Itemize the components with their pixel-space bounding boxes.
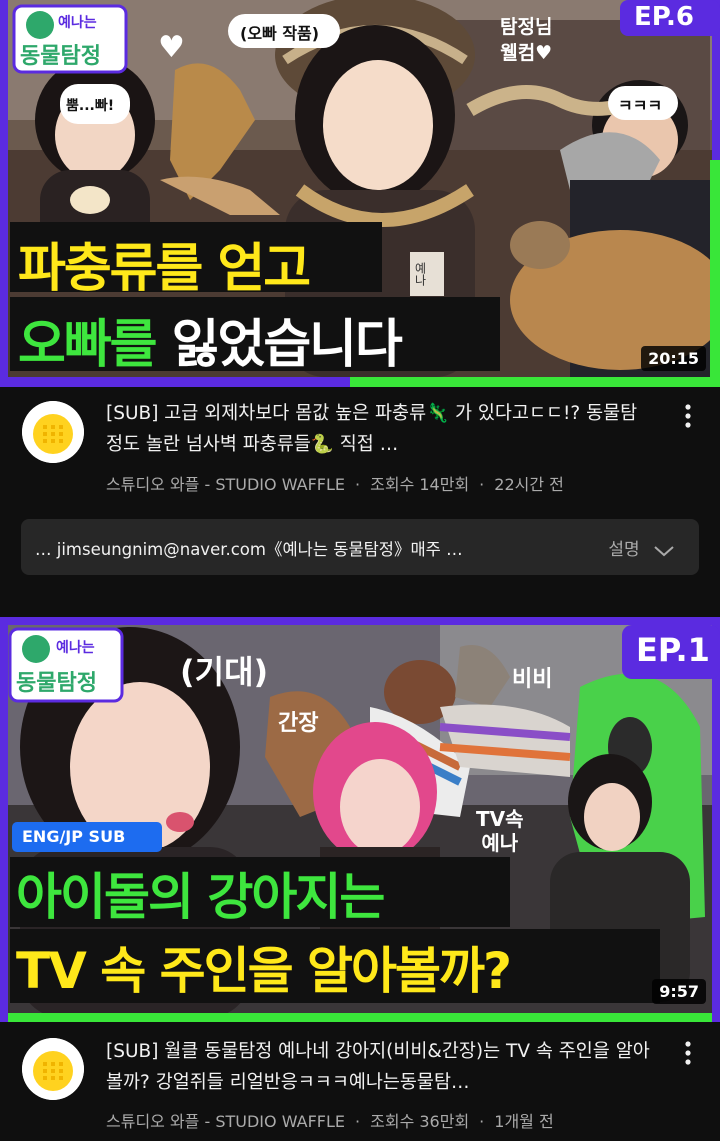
video-meta[interactable]: [SUB] 월클 동물탐정 예나네 강아지(비비&간장)는 TV 속 주인을 알…: [0, 1024, 720, 1141]
video-thumbnail[interactable]: 예나는 동물탐정 EP.1 ENG/JP SUB 아이돌의 강아지는 TV 속 …: [0, 617, 720, 1022]
show-logo-text: 예나는: [58, 15, 97, 31]
caption-highlight: 오빠를: [18, 315, 158, 375]
channel-avatar[interactable]: [22, 401, 84, 463]
video-title[interactable]: [SUB] 고급 외제차보다 몸값 높은 파충류🦎 가 있다고ㄷㄷ!? 동물탐정…: [106, 398, 651, 460]
upload-age: 22시간 전: [494, 475, 564, 494]
speech-bubble-left: 뿜...빠!: [66, 98, 115, 114]
thumbnail-caption-line2: 오빠를 잃었습니다: [18, 302, 403, 377]
waffle-logo-icon: [22, 401, 84, 463]
label-ganjang: 간장: [278, 711, 319, 736]
video-thumbnail[interactable]: 예나는 동물탐정 EP.6 파충류를 얻고 오빠를 잃었습니다 (오빠 작품) …: [0, 0, 720, 387]
episode-badge: EP.6: [634, 2, 695, 32]
name-tag: 예나: [413, 262, 427, 286]
episode-badge: EP.1: [636, 631, 710, 669]
view-count: 조회수 14만회: [370, 475, 470, 494]
separator-dot: ·: [479, 1112, 485, 1131]
description-preview[interactable]: … jimseungnim@naver.com《예나는 동물탐정》매주 … 설명: [21, 519, 699, 575]
speech-bubble-top: (오빠 작품): [240, 24, 320, 43]
channel-name[interactable]: 스튜디오 와플 - STUDIO WAFFLE: [106, 1112, 345, 1131]
bubble-right-line1: 탐정님: [500, 16, 553, 38]
more-vert-icon[interactable]: [678, 401, 698, 431]
thumbnail-caption-line1: 파충류를 얻고: [18, 239, 311, 299]
description-expand-label: 설명: [608, 540, 640, 560]
video-title[interactable]: [SUB] 월클 동물탐정 예나네 강아지(비비&간장)는 TV 속 주인을 알…: [106, 1036, 651, 1098]
sub-badge: ENG/JP SUB: [22, 827, 126, 846]
show-logo-title: 동물탐정: [20, 44, 101, 69]
channel-name[interactable]: 스튜디오 와플 - STUDIO WAFFLE: [106, 475, 345, 494]
label-expect: (기대): [180, 653, 269, 691]
upload-age: 1개월 전: [494, 1112, 554, 1131]
video-subline: 스튜디오 와플 - STUDIO WAFFLE · 조회수 36만회 · 1개월 전: [106, 1108, 554, 1132]
show-logo-title: 동물탐정: [16, 671, 97, 696]
thumbnail-caption-line2: TV 속 주인을 알아볼까?: [16, 942, 512, 1000]
thumbnail-caption-line1: 아이돌의 강아지는: [16, 868, 385, 926]
label-tv-line1: TV속: [476, 807, 524, 831]
description-text: … jimseungnim@naver.com《예나는 동물탐정》매주 …: [35, 540, 463, 559]
video-duration: 20:15: [641, 346, 706, 371]
show-logo-text: 예나는: [56, 640, 95, 656]
description-expand[interactable]: 설명: [608, 535, 675, 560]
separator-dot: ·: [479, 475, 485, 494]
separator-dot: ·: [355, 475, 361, 494]
waffle-logo-icon: [22, 1038, 84, 1100]
label-tv-yena: TV속 예나: [476, 807, 524, 855]
label-bibi: 비비: [512, 667, 553, 692]
speech-bubble-laugh: ㅋㅋㅋ: [618, 96, 663, 115]
bubble-right-line2: 웰컴♥: [500, 42, 553, 64]
separator-dot: ·: [355, 1112, 361, 1131]
caption-rest: 잃었습니다: [171, 315, 403, 375]
view-count: 조회수 36만회: [370, 1112, 470, 1131]
video-meta[interactable]: [SUB] 고급 외제차보다 몸값 높은 파충류🦎 가 있다고ㄷㄷ!? 동물탐정…: [0, 387, 720, 507]
channel-avatar[interactable]: [22, 1038, 84, 1100]
speech-bubble-right: 탐정님 웰컴♥: [500, 14, 552, 66]
heart-icon: ♥: [158, 30, 185, 65]
label-tv-line2: 예나: [481, 831, 519, 855]
video-duration: 9:57: [652, 979, 706, 1004]
more-vert-icon[interactable]: [678, 1038, 698, 1068]
video-subline: 스튜디오 와플 - STUDIO WAFFLE · 조회수 14만회 · 22시간 전: [106, 471, 564, 495]
chevron-down-icon: [653, 543, 675, 559]
